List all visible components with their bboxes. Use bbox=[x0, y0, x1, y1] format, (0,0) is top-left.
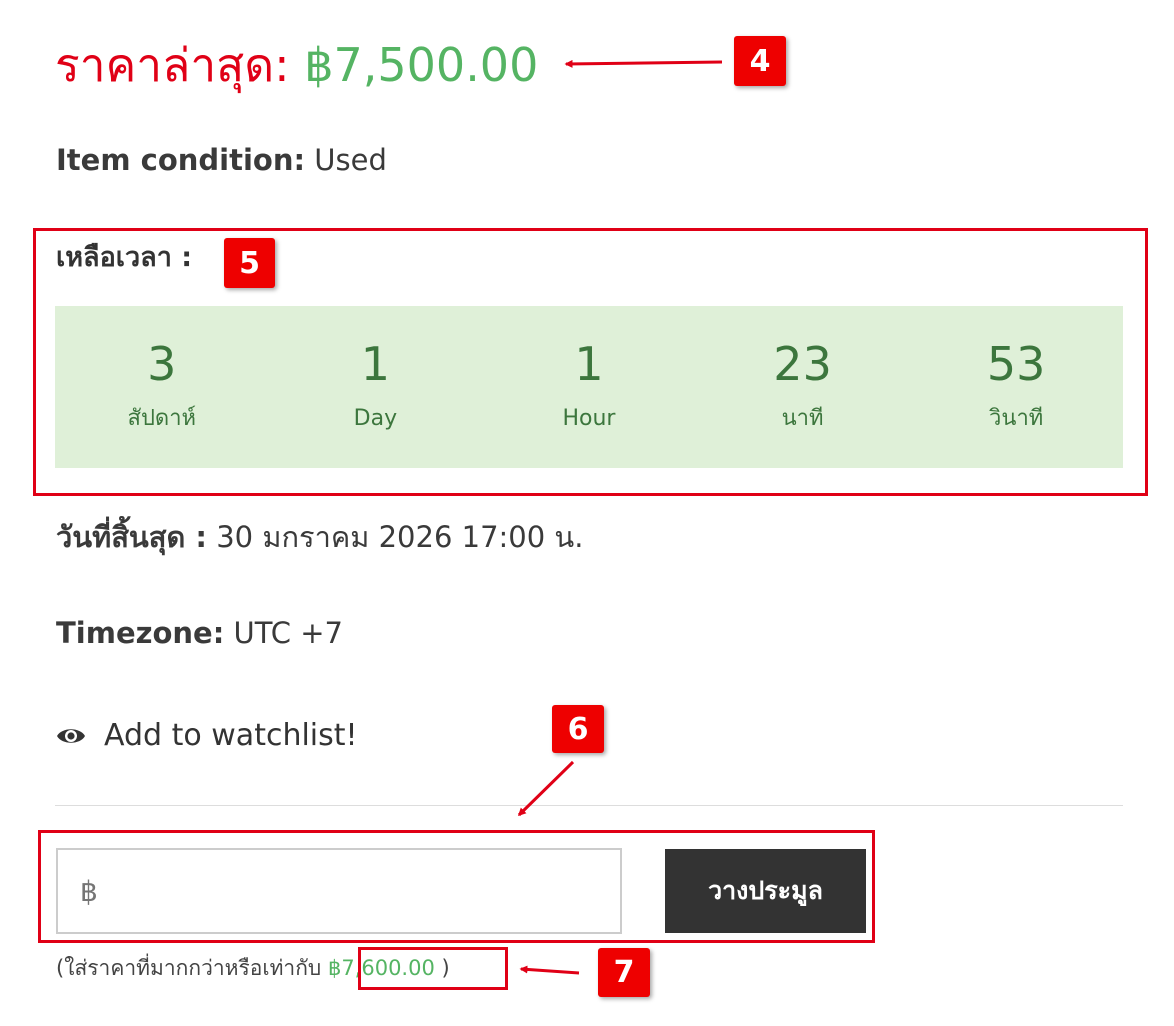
annotation-arrow-4 bbox=[564, 59, 723, 68]
annotation-arrow-6 bbox=[517, 760, 575, 817]
annotation-arrows bbox=[517, 59, 723, 975]
annotation-arrow-7 bbox=[519, 965, 580, 975]
